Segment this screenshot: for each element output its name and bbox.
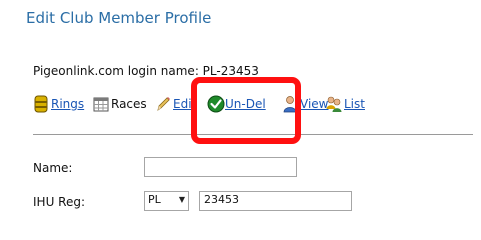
- rings-link[interactable]: Rings: [33, 93, 84, 115]
- ihu-prefix-select[interactable]: PL ▼: [144, 191, 189, 211]
- chevron-down-icon: ▼: [178, 195, 185, 204]
- undelete-label[interactable]: Un-Del: [225, 97, 266, 111]
- list-label[interactable]: List: [344, 97, 365, 111]
- rings-icon: [33, 95, 49, 113]
- check-icon: [207, 95, 225, 113]
- ihu-reg-label: IHU Reg:: [33, 195, 86, 209]
- page-title: Edit Club Member Profile: [26, 9, 212, 27]
- races-button[interactable]: Races: [93, 93, 147, 115]
- edit-link[interactable]: Edit: [155, 93, 196, 115]
- ihu-number-input[interactable]: 23453: [199, 191, 352, 211]
- login-name-text: Pigeonlink.com login name: PL-23453: [33, 64, 259, 78]
- name-input[interactable]: [144, 157, 297, 177]
- users-icon: [326, 95, 342, 113]
- view-link[interactable]: View: [282, 93, 328, 115]
- pencil-icon: [155, 95, 171, 113]
- rings-label[interactable]: Rings: [51, 97, 84, 111]
- ihu-prefix-value: PL: [148, 193, 161, 206]
- action-toolbar: Rings Races Edit Un-Del View List: [33, 93, 473, 115]
- races-icon: [93, 95, 109, 113]
- list-link[interactable]: List: [326, 93, 365, 115]
- name-label: Name:: [33, 161, 73, 175]
- undelete-link[interactable]: Un-Del: [207, 93, 266, 115]
- edit-label[interactable]: Edit: [173, 97, 196, 111]
- races-label[interactable]: Races: [111, 97, 147, 111]
- view-label[interactable]: View: [300, 97, 328, 111]
- section-divider: [33, 134, 473, 135]
- person-icon: [282, 95, 298, 113]
